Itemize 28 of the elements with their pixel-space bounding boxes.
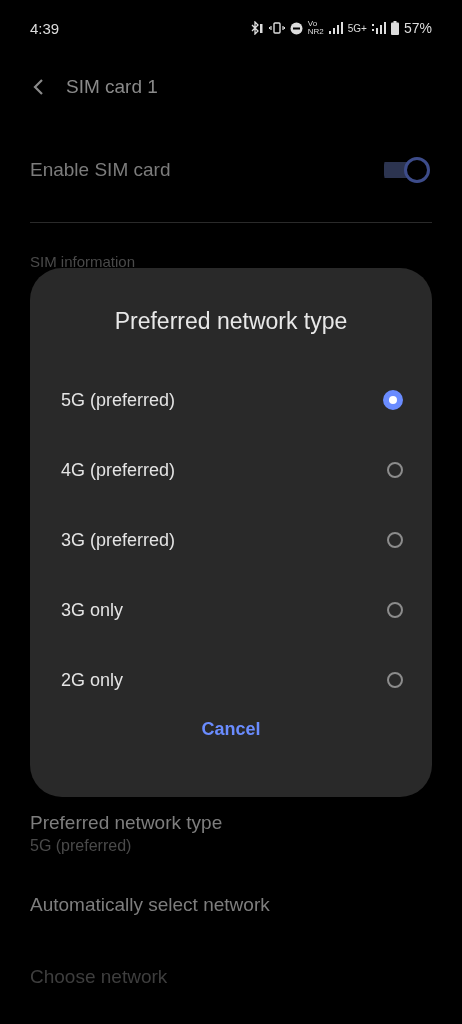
setting-label: Enable SIM card xyxy=(30,159,171,181)
clock: 4:39 xyxy=(30,19,60,37)
radio-option[interactable]: 2G only xyxy=(30,645,432,715)
do-not-disturb-icon xyxy=(289,21,303,35)
section-header: SIM information xyxy=(30,253,136,270)
vonr-label: Vo NR2 xyxy=(307,20,324,36)
bluetooth-icon xyxy=(249,21,264,35)
battery-level: 57% xyxy=(403,20,432,36)
radio-option[interactable]: 3G (preferred) xyxy=(30,505,432,575)
radio-option[interactable]: 5G (preferred) xyxy=(30,365,432,435)
setting-item[interactable]: Automatically select network xyxy=(0,869,462,941)
signal-icon xyxy=(371,22,386,34)
radio-button[interactable] xyxy=(383,390,403,410)
network-type: 5G+ xyxy=(347,22,367,34)
radio-option[interactable]: 4G (preferred) xyxy=(30,435,432,505)
cancel-button[interactable]: Cancel xyxy=(189,715,273,744)
radio-button[interactable] xyxy=(387,462,403,478)
radio-option[interactable]: 3G only xyxy=(30,575,432,645)
dialog-title: Preferred network type xyxy=(113,308,349,335)
page-title: SIM card 1 xyxy=(66,76,158,98)
radio-button[interactable] xyxy=(387,672,403,688)
vibrate-icon xyxy=(268,21,285,35)
battery-icon xyxy=(390,21,399,35)
setting-item[interactable]: Preferred network type 5G (preferred) xyxy=(0,797,462,869)
back-icon[interactable] xyxy=(32,78,44,96)
signal-icon xyxy=(328,22,343,34)
radio-button[interactable] xyxy=(387,602,403,618)
radio-button[interactable] xyxy=(387,532,403,548)
